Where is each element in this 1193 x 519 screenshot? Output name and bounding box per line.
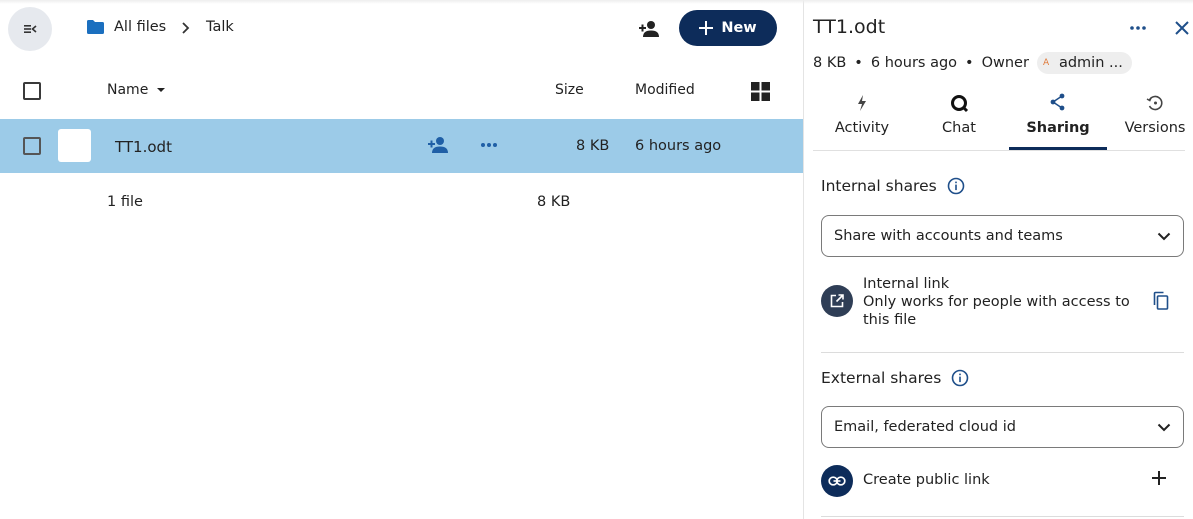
external-share-select[interactable]: Email, federated cloud id — [821, 406, 1184, 448]
tab-label: Sharing — [1026, 120, 1090, 136]
external-share-placeholder: Email, federated cloud id — [834, 419, 1016, 435]
owner-name: admin ... — [1058, 55, 1123, 71]
close-icon[interactable] — [1172, 18, 1192, 38]
summary-file-count: 1 file — [107, 194, 143, 210]
details-sidebar: TT1.odt 8 KB • 6 hours ago • Owner A adm… — [803, 0, 1193, 519]
breadcrumb-talk[interactable]: Talk — [206, 19, 234, 35]
add-person-icon — [639, 21, 659, 37]
internal-share-select[interactable]: Share with accounts and teams — [821, 215, 1184, 257]
tab-label: Activity — [834, 120, 890, 136]
chevron-down-icon — [1157, 423, 1171, 431]
copy-icon[interactable] — [1152, 291, 1170, 311]
share-person-icon[interactable] — [427, 136, 449, 154]
breadcrumb-all-files[interactable]: All files — [114, 19, 166, 35]
share-icon — [1050, 93, 1065, 111]
file-size: 8 KB — [576, 138, 610, 154]
file-meta: 8 KB • 6 hours ago • Owner A admin ... — [813, 52, 1132, 74]
open-external-icon — [830, 294, 844, 308]
owner-chip[interactable]: A admin ... — [1036, 52, 1132, 74]
internal-link-title: Internal link — [863, 276, 950, 292]
file-modified: 6 hours ago — [635, 138, 722, 154]
public-link-avatar — [821, 465, 853, 497]
chevron-down-icon — [1157, 232, 1171, 240]
internal-link-avatar — [821, 285, 853, 317]
tab-label: Chat — [942, 120, 976, 136]
history-icon — [1146, 95, 1163, 111]
tabs-divider — [813, 150, 1185, 151]
column-header-name[interactable]: Name — [107, 82, 166, 98]
row-checkbox[interactable] — [23, 137, 41, 155]
external-shares-heading: External shares — [821, 369, 969, 387]
select-all-checkbox[interactable] — [23, 82, 41, 100]
meta-size: 8 KB — [813, 55, 847, 71]
column-header-modified[interactable]: Modified — [635, 82, 695, 98]
tab-sharing[interactable]: Sharing — [1009, 92, 1107, 150]
chevron-right-icon — [182, 22, 190, 34]
tab-chat[interactable]: Chat — [910, 92, 1008, 150]
sort-down-icon — [157, 88, 166, 92]
plus-icon[interactable] — [1152, 471, 1166, 485]
plus-icon — [699, 21, 714, 35]
menu-collapse-icon — [24, 25, 37, 33]
new-button[interactable]: New — [679, 10, 777, 46]
top-shadow — [0, 0, 1193, 4]
chat-icon — [951, 95, 969, 113]
section-divider — [821, 352, 1184, 353]
summary-total-size: 8 KB — [537, 194, 571, 210]
create-public-link-label[interactable]: Create public link — [863, 472, 990, 488]
column-header-size[interactable]: Size — [555, 82, 584, 98]
files-pane: All files Talk New Name Size Modified TT… — [0, 0, 803, 519]
avatar: A — [1042, 58, 1050, 68]
external-shares-title: External shares — [821, 369, 942, 387]
share-folder-button[interactable] — [634, 14, 664, 44]
more-actions-icon[interactable] — [479, 136, 499, 154]
meta-separator: • — [854, 55, 863, 71]
internal-shares-title: Internal shares — [821, 177, 937, 195]
sidebar-title: TT1.odt — [813, 16, 886, 38]
file-thumbnail[interactable] — [58, 129, 91, 162]
info-icon[interactable] — [951, 369, 969, 387]
activity-icon — [858, 95, 866, 111]
tab-activity[interactable]: Activity — [813, 92, 911, 150]
info-icon[interactable] — [947, 177, 965, 195]
link-icon — [828, 476, 846, 486]
meta-time: 6 hours ago — [870, 55, 958, 71]
section-divider — [821, 516, 1184, 517]
internal-share-placeholder: Share with accounts and teams — [834, 228, 1063, 244]
meta-owner-label: Owner — [981, 55, 1029, 71]
more-actions-icon[interactable] — [1128, 18, 1148, 38]
new-button-label: New — [721, 20, 757, 36]
folder-icon — [87, 20, 104, 34]
meta-separator: • — [965, 55, 974, 71]
tab-versions[interactable]: Versions — [1106, 92, 1193, 150]
file-name[interactable]: TT1.odt — [115, 138, 172, 156]
column-name-label: Name — [107, 82, 149, 98]
internal-link-info: Internal link Only works for people with… — [863, 275, 1133, 329]
internal-link-description: Only works for people with access to thi… — [863, 294, 1130, 328]
grid-view-icon[interactable] — [751, 82, 770, 101]
internal-shares-heading: Internal shares — [821, 177, 965, 195]
tab-label: Versions — [1124, 120, 1186, 136]
navigation-toggle-button[interactable] — [8, 7, 52, 51]
